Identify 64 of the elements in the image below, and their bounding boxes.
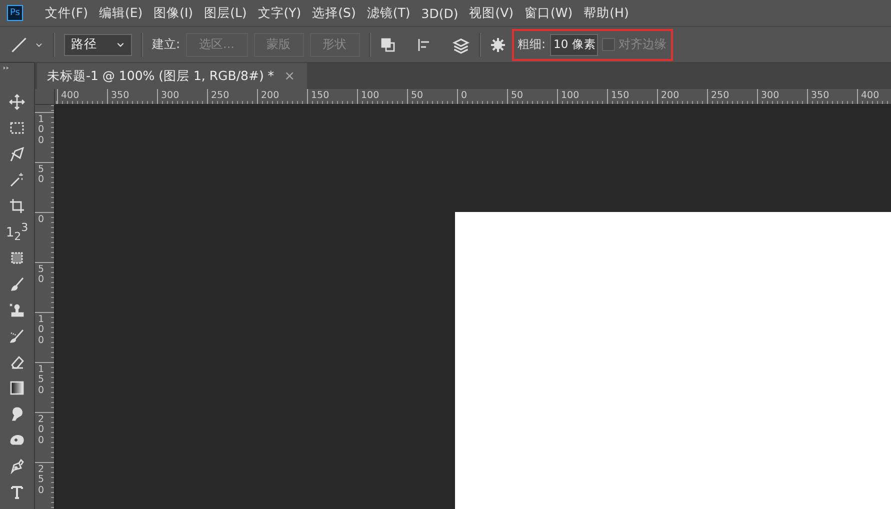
history-brush-icon[interactable] [9,328,25,344]
ruler-label: 300 [161,90,180,101]
ruler-label: 300 [761,90,780,101]
ruler-label: 100 [361,90,380,101]
crop-tool-icon[interactable] [9,198,25,214]
app-logo[interactable]: Ps [7,5,23,21]
gradient-icon[interactable] [9,380,25,396]
ruler-label: 0 [38,215,44,226]
ruler-label: 200 [38,415,44,446]
document-title: 未标题-1 @ 100% (图层 1, RGB/8#) * [47,68,274,84]
menu-item[interactable]: 帮助(H) [578,4,634,22]
menu-item[interactable]: 图层(L) [199,4,252,22]
ruler-label: 150 [311,90,330,101]
ruler-label: 100 [38,315,44,346]
pen-tool-icon[interactable] [9,458,25,474]
weight-label: 粗细: [518,36,546,53]
path-alignment-icon[interactable] [416,36,432,52]
weight-field[interactable]: 10 像素 [550,34,598,56]
ruler-label: 400 [861,90,880,101]
path-arrangement-icon[interactable] [452,36,470,54]
ruler-label: 250 [211,90,230,101]
ruler-label: 50 [38,165,44,186]
close-button[interactable]: × [284,68,295,84]
ruler-label: 400 [61,90,80,101]
rectangle-marquee-icon[interactable] [9,120,25,136]
ruler-label: 50 [511,90,524,101]
ruler-label: 250 [38,465,44,496]
ruler-label: 250 [711,90,730,101]
brush-icon[interactable] [9,276,25,292]
make-label: 建立: [152,36,180,53]
blur-tool-icon[interactable] [9,406,25,422]
menu-item[interactable]: 选择(S) [307,4,361,22]
eraser-icon[interactable] [9,354,25,370]
menu-item[interactable]: 视图(V) [464,4,519,22]
ruler-label: 50 [411,90,424,101]
line-tool-icon[interactable] [10,36,28,54]
ruler-label: 150 [38,365,44,396]
ruler-label: 100 [561,90,580,101]
ruler-label: 350 [811,90,830,101]
type-tool-icon[interactable] [9,484,25,500]
move-tool-icon[interactable] [9,94,25,110]
document-tab[interactable]: 未标题-1 @ 100% (图层 1, RGB/8#) * × [37,63,307,89]
stamp-icon[interactable] [9,302,25,318]
ruler-label: 350 [111,90,130,101]
ruler-label: 50 [38,265,44,286]
ruler-label: 100 [38,115,44,146]
settings-icon[interactable] [490,36,506,52]
menu-item[interactable]: 3D(D) [416,6,464,20]
menu-item[interactable]: 滤镜(T) [362,4,416,22]
menu-item[interactable]: 窗口(W) [520,4,578,22]
menu-item[interactable]: 图像(I) [148,4,198,22]
caret-icon [116,40,125,49]
mode-dropdown[interactable]: 路径 [64,34,132,56]
object-selection-icon[interactable] [9,250,25,266]
ruler-label: 200 [661,90,680,101]
magic-wand-icon[interactable] [9,172,25,188]
path-operations-icon[interactable] [380,36,396,52]
ruler-label: 200 [261,90,280,101]
menu-item[interactable]: 编辑(E) [94,4,148,22]
menu-item[interactable]: 文件(F) [40,4,93,22]
ruler-label: 150 [611,90,630,101]
ruler-label: 0 [461,90,468,101]
lasso-icon[interactable] [9,146,25,162]
menu-item[interactable]: 文字(Y) [252,4,306,22]
